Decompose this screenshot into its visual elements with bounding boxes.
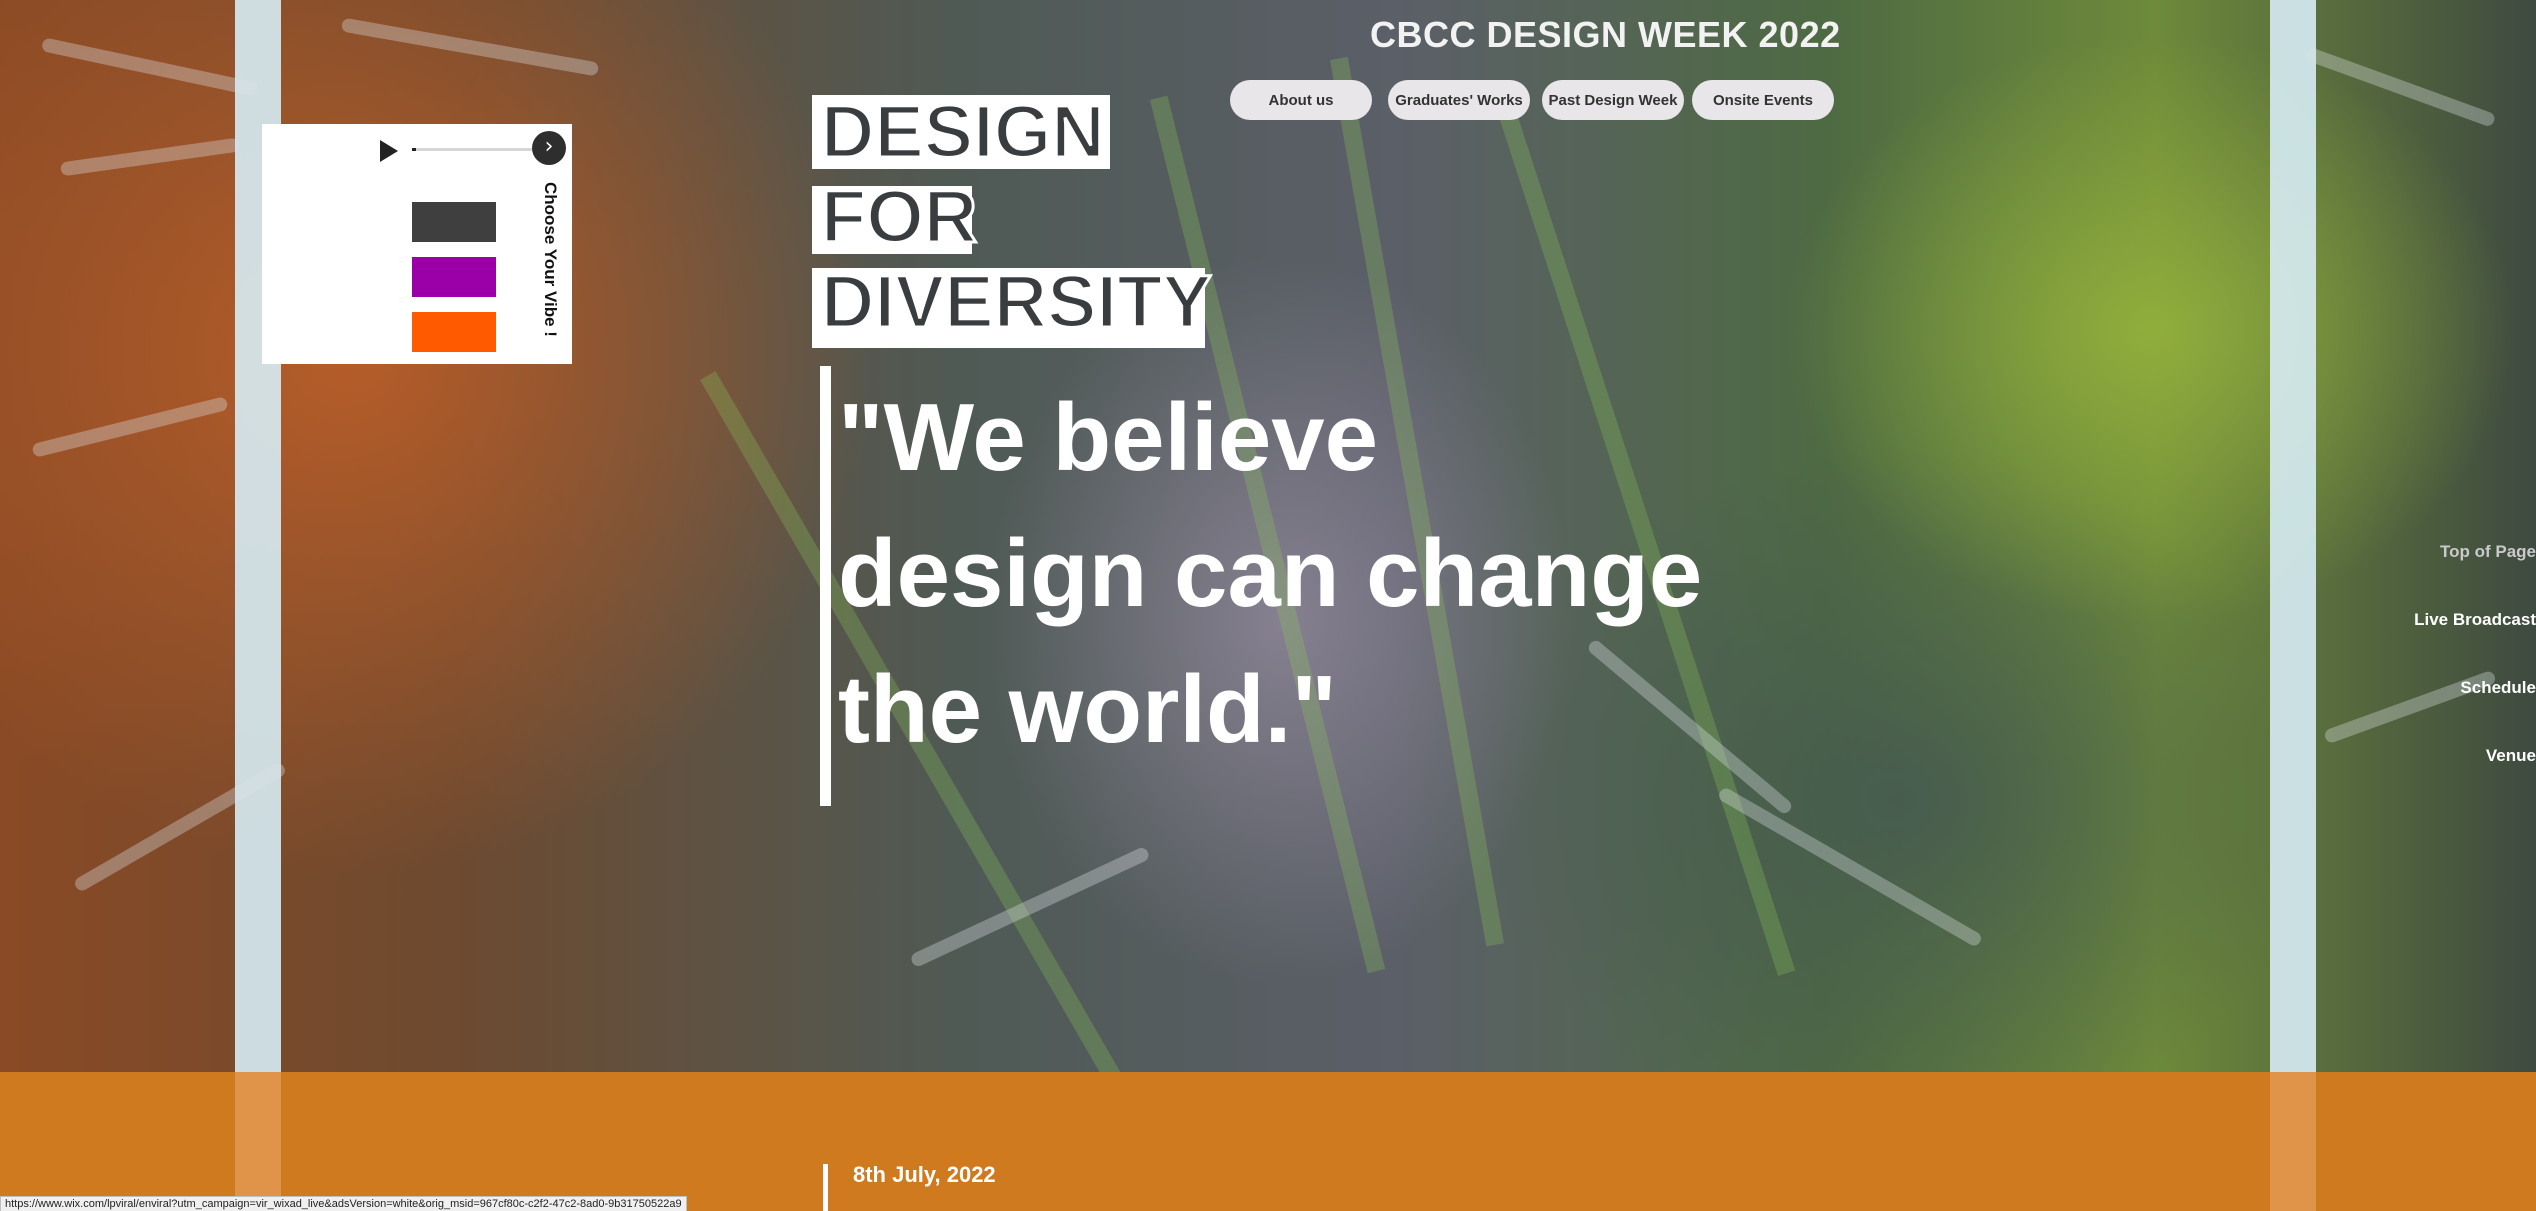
nav-about-us-button[interactable]: About us	[1230, 80, 1372, 120]
side-nav-venue[interactable]: Venue	[2486, 746, 2536, 766]
site-title: CBCC DESIGN WEEK 2022	[1370, 14, 1841, 55]
quote-line-3: the world."	[838, 656, 1337, 763]
quote-bar	[820, 366, 831, 806]
side-nav-live-broadcast[interactable]: Live Broadcast	[2414, 610, 2536, 630]
quote-line-1: "We believe	[838, 384, 1378, 491]
brush-streak	[59, 137, 241, 177]
vibe-swatch-purple[interactable]	[412, 257, 496, 297]
status-bar-url: https://www.wix.com/lpviral/enviral?utm_…	[0, 1196, 687, 1211]
nav-past-design-week-button[interactable]: Past Design Week	[1542, 80, 1684, 120]
hero-quote: "We believe design can change the world.…	[838, 370, 1738, 778]
play-icon[interactable]	[380, 140, 398, 162]
band-stripe-left	[235, 1072, 281, 1211]
brush-streak	[31, 396, 229, 458]
headline-line-2: FOR	[819, 175, 978, 258]
brush-streak	[2303, 46, 2497, 128]
vibe-swatch-dark-gray[interactable]	[412, 202, 496, 242]
next-track-icon[interactable]: ›	[532, 131, 566, 165]
progress-fill	[412, 148, 416, 151]
music-player-widget: › Choose Your Vibe !	[262, 124, 572, 364]
nav-onsite-events-button[interactable]: Onsite Events	[1692, 80, 1834, 120]
brush-streak	[40, 37, 260, 97]
side-nav-top-of-page[interactable]: Top of Page	[2440, 542, 2536, 562]
vibe-swatch-orange[interactable]	[412, 312, 496, 352]
choose-your-vibe-label: Choose Your Vibe !	[541, 182, 560, 337]
headline-line-1: DESIGN	[820, 90, 1107, 173]
headline-line-3: DIVERSITY	[820, 260, 1214, 343]
frame-stripe-right	[2270, 0, 2316, 1072]
progress-bar[interactable]	[412, 148, 532, 151]
band-stripe-right	[2270, 1072, 2316, 1211]
page: CBCC DESIGN WEEK 2022 About us Graduates…	[0, 0, 2536, 1211]
nav-graduates-works-button[interactable]: Graduates' Works	[1388, 80, 1530, 120]
quote-line-2: design can change	[838, 520, 1703, 627]
date-accent-bar	[823, 1164, 828, 1211]
event-date-section: 8th July, 2022	[0, 1072, 2536, 1211]
side-nav-schedule[interactable]: Schedule	[2460, 678, 2536, 698]
brush-streak	[340, 17, 600, 77]
event-date: 8th July, 2022	[853, 1162, 996, 1187]
